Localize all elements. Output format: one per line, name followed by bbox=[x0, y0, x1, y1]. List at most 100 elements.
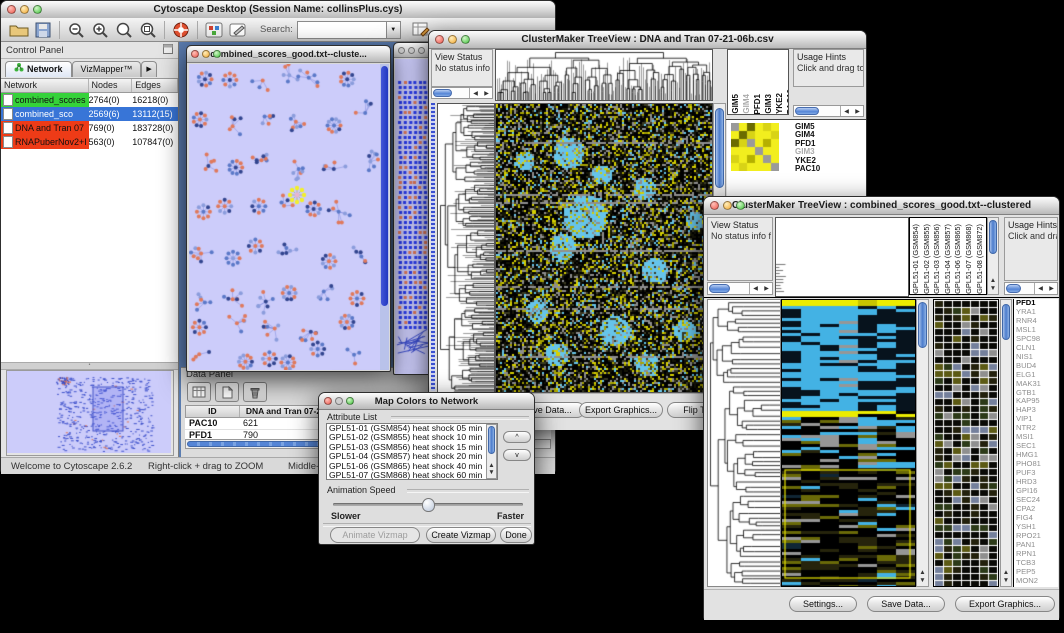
annotation-icon[interactable] bbox=[226, 20, 250, 39]
vscroll-thumb[interactable] bbox=[488, 426, 495, 454]
scroll-left-icon[interactable] bbox=[1035, 283, 1046, 294]
treeview2-vscrollbar[interactable] bbox=[916, 299, 929, 587]
main-title-bar[interactable]: Cytoscape Desktop (Session Name: collins… bbox=[1, 1, 555, 19]
slider-thumb[interactable] bbox=[422, 498, 435, 512]
treeview2-heatmap[interactable] bbox=[781, 299, 916, 587]
column-label[interactable]: YKE2 bbox=[775, 93, 785, 114]
treeview2-gene-scrollbar[interactable] bbox=[1000, 299, 1012, 587]
column-label[interactable]: GPL51-03 (GSM856) bbox=[932, 224, 943, 294]
background-window-title-bar[interactable] bbox=[394, 43, 432, 58]
treeview1-heatmap[interactable] bbox=[495, 103, 713, 393]
birdseye-canvas[interactable] bbox=[7, 371, 171, 453]
treeview2-column-tree-area[interactable] bbox=[775, 217, 909, 297]
move-up-button[interactable]: ^ bbox=[503, 431, 531, 443]
settings-button[interactable]: Settings... bbox=[789, 596, 857, 612]
done-button[interactable]: Done bbox=[500, 527, 532, 543]
scroll-right-icon[interactable] bbox=[761, 283, 772, 294]
column-label[interactable]: GIM3 bbox=[764, 94, 774, 114]
column-label[interactable]: GPL51-07 (GSM868) bbox=[964, 224, 975, 294]
data-col-id[interactable]: ID bbox=[186, 406, 240, 417]
attribute-item[interactable]: GPL51-07 (GSM868) heat shock 60 min bbox=[327, 471, 497, 480]
scroll-down-icon[interactable] bbox=[1001, 577, 1011, 585]
scroll-up-icon[interactable] bbox=[917, 569, 928, 577]
zoom-selected-icon[interactable] bbox=[136, 20, 160, 39]
column-label[interactable]: GPL51-02 (GSM855) bbox=[922, 224, 933, 294]
minimize-icon[interactable] bbox=[723, 201, 732, 210]
minimize-icon[interactable] bbox=[202, 50, 210, 58]
hscroll-thumb[interactable] bbox=[709, 284, 730, 293]
close-icon[interactable] bbox=[435, 35, 444, 44]
column-label[interactable]: PAC10 bbox=[786, 89, 789, 114]
search-input[interactable] bbox=[297, 21, 387, 39]
zoom-window-icon[interactable] bbox=[461, 35, 470, 44]
scroll-left-icon[interactable] bbox=[750, 283, 761, 294]
network-row[interactable]: combined_scores 2764(0) 16218(0) bbox=[1, 93, 178, 107]
open-file-icon[interactable] bbox=[7, 20, 31, 39]
scroll-left-icon[interactable] bbox=[841, 106, 852, 116]
tab-overflow-icon[interactable] bbox=[141, 61, 156, 77]
network-window-title-bar[interactable]: combined_scores_good.txt--cluste... bbox=[187, 46, 390, 63]
scroll-right-icon[interactable] bbox=[481, 88, 492, 98]
dialog-title-bar[interactable]: Map Colors to Network bbox=[319, 393, 534, 410]
network-list-header[interactable]: Network Nodes Edges bbox=[1, 79, 178, 93]
delete-attribute-trash-icon[interactable] bbox=[243, 382, 267, 402]
column-label[interactable]: PFD1 bbox=[753, 94, 763, 114]
dense-grid-network-canvas[interactable] bbox=[395, 59, 431, 374]
hscroll-thumb[interactable] bbox=[795, 107, 819, 115]
vscroll-thumb[interactable] bbox=[918, 302, 927, 348]
move-down-button[interactable]: v bbox=[503, 449, 531, 461]
select-attributes-icon[interactable] bbox=[187, 382, 211, 402]
gene-label[interactable]: MON2 bbox=[1014, 577, 1058, 586]
col-edges[interactable]: Edges bbox=[132, 79, 178, 92]
scroll-right-icon[interactable] bbox=[852, 106, 863, 116]
close-icon[interactable] bbox=[398, 47, 405, 54]
zoom-window-icon[interactable] bbox=[736, 201, 745, 210]
network-graph-canvas[interactable] bbox=[189, 64, 381, 370]
node-attributes-icon[interactable] bbox=[202, 20, 226, 39]
scroll-left-icon[interactable] bbox=[470, 88, 481, 98]
column-label[interactable]: GIM5 bbox=[731, 94, 741, 114]
treeview2-zoom-heatmap[interactable] bbox=[933, 299, 999, 587]
treeview1-row-dendrogram[interactable] bbox=[437, 103, 495, 393]
treeview2-usage-scrollbar[interactable] bbox=[1004, 282, 1058, 295]
vscroll-thumb[interactable] bbox=[989, 220, 997, 254]
scroll-down-icon[interactable] bbox=[487, 469, 496, 477]
speed-slider[interactable] bbox=[333, 503, 523, 506]
search-dropdown-icon[interactable] bbox=[387, 21, 401, 39]
column-label[interactable]: GIM4 bbox=[742, 94, 752, 114]
treeview1-zoom-heatmap[interactable] bbox=[731, 123, 779, 171]
treeview2-collabel-scrollbar[interactable] bbox=[987, 217, 999, 295]
hscroll-thumb[interactable] bbox=[433, 89, 452, 97]
minimize-icon[interactable] bbox=[335, 397, 343, 405]
float-panel-icon[interactable] bbox=[163, 41, 173, 59]
scroll-down-icon[interactable] bbox=[917, 577, 928, 585]
scroll-up-icon[interactable] bbox=[1001, 569, 1011, 577]
save-data-button[interactable]: Save Data... bbox=[867, 596, 945, 612]
treeview1-status-scrollbar[interactable] bbox=[431, 87, 493, 99]
scroll-down-icon[interactable] bbox=[988, 285, 998, 293]
tab-vizmapper[interactable]: VizMapper™ bbox=[72, 61, 142, 77]
close-icon[interactable] bbox=[7, 5, 16, 14]
animate-vizmap-button[interactable]: Animate Vizmap bbox=[330, 527, 420, 543]
treeview2-status-scrollbar[interactable] bbox=[707, 282, 773, 295]
export-graphics-button[interactable]: Export Graphics... bbox=[955, 596, 1055, 612]
column-label[interactable]: GPL51-04 (GSM857) bbox=[943, 224, 954, 294]
attribute-list-scrollbar[interactable] bbox=[486, 424, 497, 479]
gene-label[interactable]: PAC10 bbox=[795, 165, 861, 173]
network-vscrollbar[interactable] bbox=[380, 64, 389, 370]
network-row[interactable]: combined_sco 2569(6) 13112(15) bbox=[1, 107, 178, 121]
column-label[interactable]: GPL51-01 (GSM854) bbox=[911, 224, 922, 294]
new-attribute-icon[interactable] bbox=[215, 382, 239, 402]
minimize-icon[interactable] bbox=[408, 47, 415, 54]
network-row[interactable]: DNA and Tran 07 769(0) 183728(0) bbox=[1, 121, 178, 135]
save-icon[interactable] bbox=[31, 20, 55, 39]
minimize-icon[interactable] bbox=[20, 5, 29, 14]
zoom-out-icon[interactable] bbox=[64, 20, 88, 39]
help-lifering-icon[interactable] bbox=[169, 20, 193, 39]
close-icon[interactable] bbox=[324, 397, 332, 405]
treeview2-row-dendrogram[interactable] bbox=[707, 299, 781, 587]
panel-splitter[interactable]: • bbox=[1, 362, 178, 370]
col-network[interactable]: Network bbox=[1, 79, 89, 92]
col-nodes[interactable]: Nodes bbox=[89, 79, 133, 92]
vscroll-thumb[interactable] bbox=[1002, 304, 1010, 340]
